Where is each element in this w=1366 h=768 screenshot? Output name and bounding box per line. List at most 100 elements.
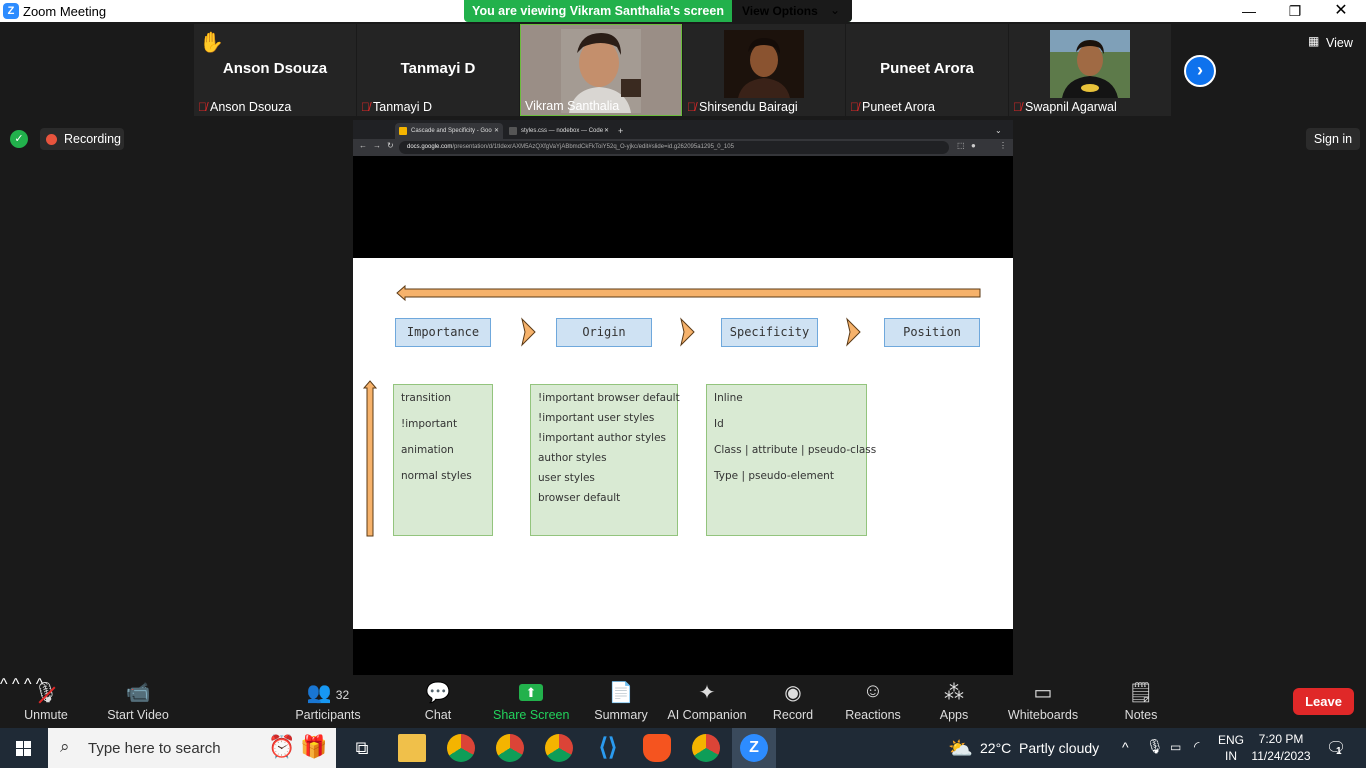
title-bar: Z Zoom Meeting You are viewing Vikram Sa… — [0, 0, 1366, 22]
record-dot-icon — [46, 134, 57, 145]
recording-label: Recording — [64, 132, 121, 146]
participant-label: Anson Dsouza — [210, 100, 292, 114]
security-shield-icon[interactable]: ✓ — [10, 130, 28, 148]
sparkle-icon: ✦ — [698, 682, 716, 704]
reactions-label: Reactions — [845, 708, 901, 722]
brave-icon[interactable] — [643, 734, 671, 762]
unmute-button[interactable]: 🎙 Unmute — [16, 676, 76, 728]
audio-options-chevron-icon[interactable]: ^ — [0, 676, 8, 693]
left-arrow-shape — [396, 284, 981, 302]
chevron-shape — [846, 317, 861, 347]
record-button[interactable]: ◉ Record — [768, 676, 818, 728]
task-view-icon[interactable]: ⧉ — [348, 734, 376, 762]
participant-name: Anson Dsouza — [222, 60, 328, 77]
notes-button[interactable]: 🗒 Notes — [1120, 676, 1162, 728]
wifi-icon[interactable]: ◜ — [1194, 738, 1199, 758]
slides-favicon-icon — [399, 127, 407, 135]
sign-in-button[interactable]: Sign in — [1306, 128, 1360, 150]
chrome-icon[interactable] — [692, 734, 720, 762]
participant-label: Puneet Arora — [862, 100, 935, 114]
forward-arrow-icon[interactable]: → — [373, 141, 381, 150]
summary-button[interactable]: 📄 Summary — [590, 676, 652, 728]
back-arrow-icon[interactable]: ← — [359, 141, 367, 150]
participants-button[interactable]: 👥 32 Participants — [294, 676, 362, 728]
participant-label: Tanmayi D — [373, 100, 433, 114]
battery-icon[interactable]: ▭ — [1170, 740, 1181, 756]
alarm-clock-icon: ⏰ — [268, 734, 296, 759]
zoom-app-icon: Z — [740, 734, 768, 762]
raised-hand-icon: ✋ — [199, 32, 224, 54]
leave-button[interactable]: Leave — [1293, 688, 1354, 715]
taskbar-search-box[interactable]: ⌕ Type here to search ⏰ 🎁 — [48, 728, 336, 768]
chrome-icon[interactable] — [545, 734, 573, 762]
tab-close-icon[interactable]: ✕ — [604, 123, 609, 139]
list-item: Class | attribute | pseudo-class — [714, 444, 877, 456]
taskbar-clock[interactable]: 7:20 PM 11/24/2023 — [1250, 728, 1312, 768]
participant-label: Vikram Santhalia — [525, 99, 620, 113]
weather-widget[interactable]: ⛅ 22°C Partly cloudy — [948, 728, 1108, 768]
participant-tile[interactable]: Puneet Arora 🎙̸ Puneet Arora — [846, 24, 1008, 116]
start-video-button[interactable]: 📹 Start Video — [104, 676, 172, 728]
close-button[interactable]: ✕ — [1318, 0, 1364, 22]
file-explorer-icon[interactable] — [398, 734, 426, 762]
emoji-plus-icon: ☺ — [862, 680, 884, 702]
view-options-button[interactable]: View Options ⌄ — [732, 0, 852, 22]
view-button[interactable]: ▦ View — [1302, 32, 1360, 54]
tab-title: styles.css — nodebox — Code — [521, 128, 604, 134]
new-tab-plus-icon[interactable]: + — [615, 123, 629, 139]
mic-muted-icon: 🎙 — [16, 680, 76, 706]
chrome-icon[interactable] — [447, 734, 475, 762]
participant-tile[interactable]: ✋ Anson Dsouza 🎙̸ Anson Dsouza — [194, 24, 356, 116]
minimize-button[interactable]: — — [1226, 0, 1272, 22]
summary-label: Summary — [594, 708, 648, 722]
tab-search-chevron-icon[interactable]: ⌄ — [993, 123, 1007, 139]
reload-icon[interactable]: ↻ — [387, 141, 394, 150]
search-icon: ⌕ — [60, 737, 70, 756]
share-screen-label: Share Screen — [493, 708, 570, 722]
microphone-icon[interactable]: 🎙 — [1146, 738, 1164, 758]
participant-tile[interactable]: 🎙̸ Swapnil Agarwal — [1009, 24, 1171, 116]
windows-start-button[interactable] — [0, 728, 48, 768]
notifications-button[interactable]: 🗨 1 — [1322, 728, 1350, 768]
url-field[interactable]: docs.google.com/presentation/d/1tIdexrAX… — [399, 141, 949, 154]
participant-tile[interactable]: 🎙̸ Shirsendu Bairagi — [683, 24, 845, 116]
apps-button[interactable]: ⁂ Apps — [932, 676, 976, 728]
tab-close-icon[interactable]: ✕ — [494, 123, 499, 139]
participant-tile-active-speaker[interactable]: Vikram Santhalia — [520, 24, 682, 116]
gift-icon: 🎁 — [300, 734, 328, 759]
list-item: user styles — [538, 472, 595, 484]
notes-icon: 🗒 — [1128, 682, 1154, 704]
whiteboards-button[interactable]: ▭ Whiteboards — [1006, 676, 1080, 728]
language-label: ENG — [1218, 733, 1245, 747]
share-screen-button[interactable]: ⬆ Share Screen — [493, 676, 569, 728]
profile-icon[interactable]: ● — [971, 141, 976, 150]
viewing-text: You are viewing Vikram Santhalia's scree… — [472, 4, 724, 18]
reactions-button[interactable]: ☺ Reactions — [842, 676, 904, 728]
mic-muted-icon: 🎙̸ — [1013, 100, 1022, 114]
chat-label: Chat — [424, 708, 452, 722]
participants-icon: 👥 32 — [306, 682, 350, 704]
list-item: !important — [401, 418, 458, 430]
restore-button[interactable]: ❐ — [1272, 0, 1318, 22]
extensions-icon[interactable]: ⬚ — [957, 141, 965, 150]
menu-kebab-icon[interactable]: ⋮ — [999, 141, 1007, 150]
search-placeholder: Type here to search — [88, 740, 221, 757]
vscode-icon[interactable]: ⟨⟩ — [594, 734, 622, 762]
next-page-arrow-button[interactable]: › — [1184, 55, 1216, 87]
recording-indicator[interactable]: Recording — [40, 128, 124, 150]
browser-tab[interactable]: styles.css — nodebox — Code ✕ — [505, 123, 613, 139]
mic-muted-icon: 🎙̸ — [361, 100, 370, 114]
input-language-indicator[interactable]: ENG IN — [1216, 728, 1246, 768]
browser-address-bar: ← → ↻ docs.google.com/presentation/d/1tI… — [353, 139, 1013, 156]
browser-tab-active[interactable]: Cascade and Specificity - Goo ✕ — [395, 123, 503, 139]
participant-tile[interactable]: Tanmayi D 🎙̸ Tanmayi D — [357, 24, 519, 116]
notes-label: Notes — [1124, 708, 1158, 722]
list-item: browser default — [538, 492, 621, 504]
chrome-icon[interactable] — [496, 734, 524, 762]
chat-button[interactable]: 💬 Chat — [418, 676, 458, 728]
url-host: docs.google.com — [407, 144, 453, 150]
ai-companion-button[interactable]: ✦ AI Companion — [666, 676, 748, 728]
mic-muted-icon: 🎙̸ — [687, 100, 696, 114]
show-hidden-icons-chevron-icon[interactable]: ^ — [1122, 739, 1129, 757]
zoom-taskbar-button[interactable]: Z — [732, 728, 776, 768]
